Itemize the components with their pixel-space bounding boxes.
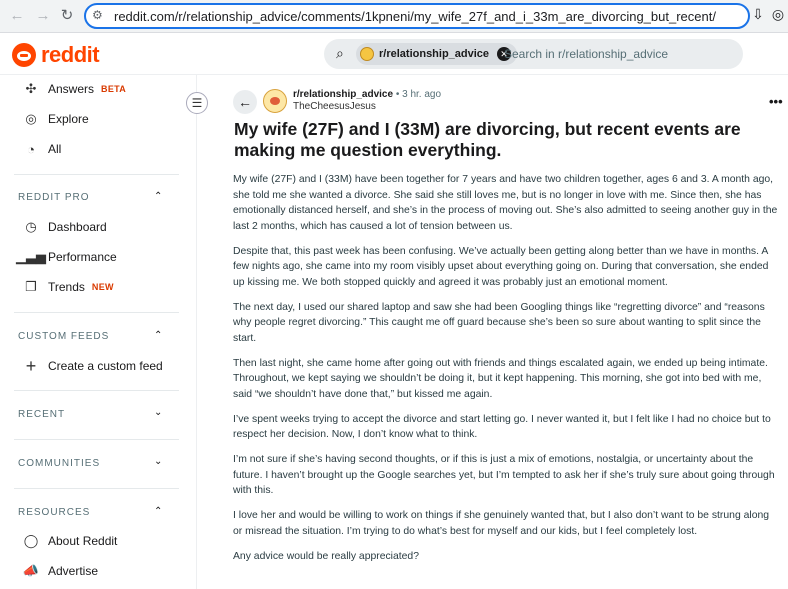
post-paragraph: Despite that, this past week has been co…: [233, 245, 769, 288]
post-title: My wife (27F) and I (33M) are divorcing,…: [234, 119, 741, 160]
sidebar-item-label: Dashboard: [48, 220, 107, 234]
divider: [14, 488, 179, 489]
post-paragraph: The next day, I used our shared laptop a…: [233, 301, 765, 344]
section-heading-reddit-pro[interactable]: REDDIT PRO: [18, 192, 168, 203]
about-icon: ◯: [23, 533, 39, 548]
chevron-up-icon[interactable]: ⌃: [154, 506, 162, 517]
subreddit-search-chip[interactable]: r/relationship_advice ✕: [356, 43, 518, 65]
sidebar-item-label: About Reddit: [48, 534, 118, 548]
reload-icon[interactable]: ↻: [56, 5, 78, 27]
post-time: • 3 hr. ago: [395, 89, 442, 100]
section-heading-communities[interactable]: COMMUNITIES: [18, 458, 168, 469]
sidebar-item-trends[interactable]: ❐ Trends NEW: [22, 277, 114, 297]
plus-icon: +: [25, 355, 37, 376]
sidebar-item-label: All: [48, 142, 62, 156]
subreddit-link[interactable]: r/relationship_advice: [293, 89, 393, 100]
chevron-up-icon[interactable]: ⌃: [154, 191, 162, 202]
divider: [14, 312, 179, 313]
all-icon: ◔: [27, 141, 35, 157]
browser-toolbar: ← → ↻ ⚙ reddit.com/r/relationship_advice…: [0, 0, 788, 33]
section-heading-recent[interactable]: RECENT: [18, 409, 168, 420]
more-options-icon[interactable]: •••: [769, 94, 783, 109]
section-heading-resources[interactable]: RESOURCES: [18, 507, 168, 518]
sidebar-item-label: Advertise: [48, 564, 99, 578]
logo-text: reddit: [41, 42, 100, 67]
post-paragraph: I’ve spent weeks trying to accept the di…: [233, 413, 771, 441]
chevron-down-icon[interactable]: ⌄: [154, 456, 162, 467]
sidebar-item-label: Create a custom feed: [48, 359, 163, 373]
beta-badge: BETA: [101, 84, 127, 94]
sidebar-item-about-reddit[interactable]: ◯ About Reddit: [22, 531, 118, 551]
chevron-up-icon[interactable]: ⌃: [154, 330, 162, 341]
post-paragraph: Any advice would be really appreciated?: [233, 550, 419, 562]
divider: [14, 174, 179, 175]
collapse-sidebar-button[interactable]: ☰: [186, 92, 208, 114]
trends-icon: ❐: [25, 279, 37, 294]
answers-icon: ✣: [25, 81, 37, 96]
post-body: My wife (27F) and I (33M) have been toge…: [233, 172, 781, 574]
url-text: reddit.com/r/relationship_advice/comment…: [114, 9, 716, 24]
back-button[interactable]: ←: [233, 90, 257, 114]
post-paragraph: My wife (27F) and I (33M) have been toge…: [233, 174, 778, 232]
post-paragraph: I love her and would be willing to work …: [233, 510, 770, 537]
sidebar-item-explore[interactable]: ◎ Explore: [22, 109, 89, 129]
chip-label: r/relationship_advice: [379, 48, 490, 60]
forward-arrow-icon[interactable]: →: [32, 5, 54, 27]
dashboard-icon: ◷: [25, 219, 37, 234]
address-bar[interactable]: ⚙ reddit.com/r/relationship_advice/comme…: [84, 3, 750, 29]
sidebar-item-label: Performance: [48, 250, 117, 264]
site-info-icon[interactable]: ⚙: [92, 8, 103, 22]
section-heading-custom-feeds[interactable]: CUSTOM FEEDS: [18, 331, 168, 342]
left-sidebar: ✣ Answers BETA ◎ Explore ◔ All REDDIT PR…: [0, 75, 197, 589]
post-paragraph: I’m not sure if she’s having second thou…: [233, 454, 775, 496]
search-input[interactable]: Search in r/relationship_advice: [504, 47, 668, 61]
sidebar-item-all[interactable]: ◔ All: [22, 139, 61, 159]
search-icon: ⌕: [336, 45, 344, 61]
sidebar-item-performance[interactable]: ▁▃▅ Performance: [16, 247, 117, 267]
advertise-icon: 📣: [22, 563, 40, 578]
chevron-down-icon[interactable]: ⌄: [154, 407, 162, 418]
search-bar[interactable]: ⌕ r/relationship_advice ✕ Search in r/re…: [324, 39, 743, 69]
install-app-icon[interactable]: ⇩: [748, 6, 768, 26]
explore-icon: ◎: [25, 111, 37, 126]
sidebar-item-label: Trends: [48, 280, 85, 294]
create-custom-feed-button[interactable]: + Create a custom feed: [22, 356, 163, 376]
sidebar-item-answers[interactable]: ✣ Answers BETA: [22, 79, 126, 99]
sidebar-item-advertise[interactable]: 📣 Advertise: [22, 561, 98, 581]
reddit-header: reddit ⌕ r/relationship_advice ✕ Search …: [0, 33, 788, 75]
sidebar-item-label: Answers: [48, 82, 95, 96]
author-link[interactable]: TheCheesusJesus: [293, 101, 376, 112]
new-badge: NEW: [91, 282, 114, 292]
reddit-snoo-icon: [12, 43, 36, 67]
subreddit-avatar[interactable]: [263, 89, 287, 113]
reddit-logo[interactable]: reddit: [12, 42, 100, 68]
post-paragraph: Then last night, she came home after goi…: [233, 357, 768, 400]
back-arrow-icon[interactable]: ←: [6, 5, 28, 27]
post-meta: r/relationship_advice • 3 hr. ago TheChe…: [293, 89, 442, 112]
tracking-protection-icon[interactable]: ◎: [768, 6, 788, 26]
sidebar-item-label: Explore: [48, 112, 89, 126]
divider: [14, 439, 179, 440]
sidebar-item-dashboard[interactable]: ◷ Dashboard: [22, 217, 107, 237]
subreddit-avatar: [360, 47, 374, 61]
divider: [14, 390, 179, 391]
performance-icon: ▁▃▅: [16, 249, 46, 264]
